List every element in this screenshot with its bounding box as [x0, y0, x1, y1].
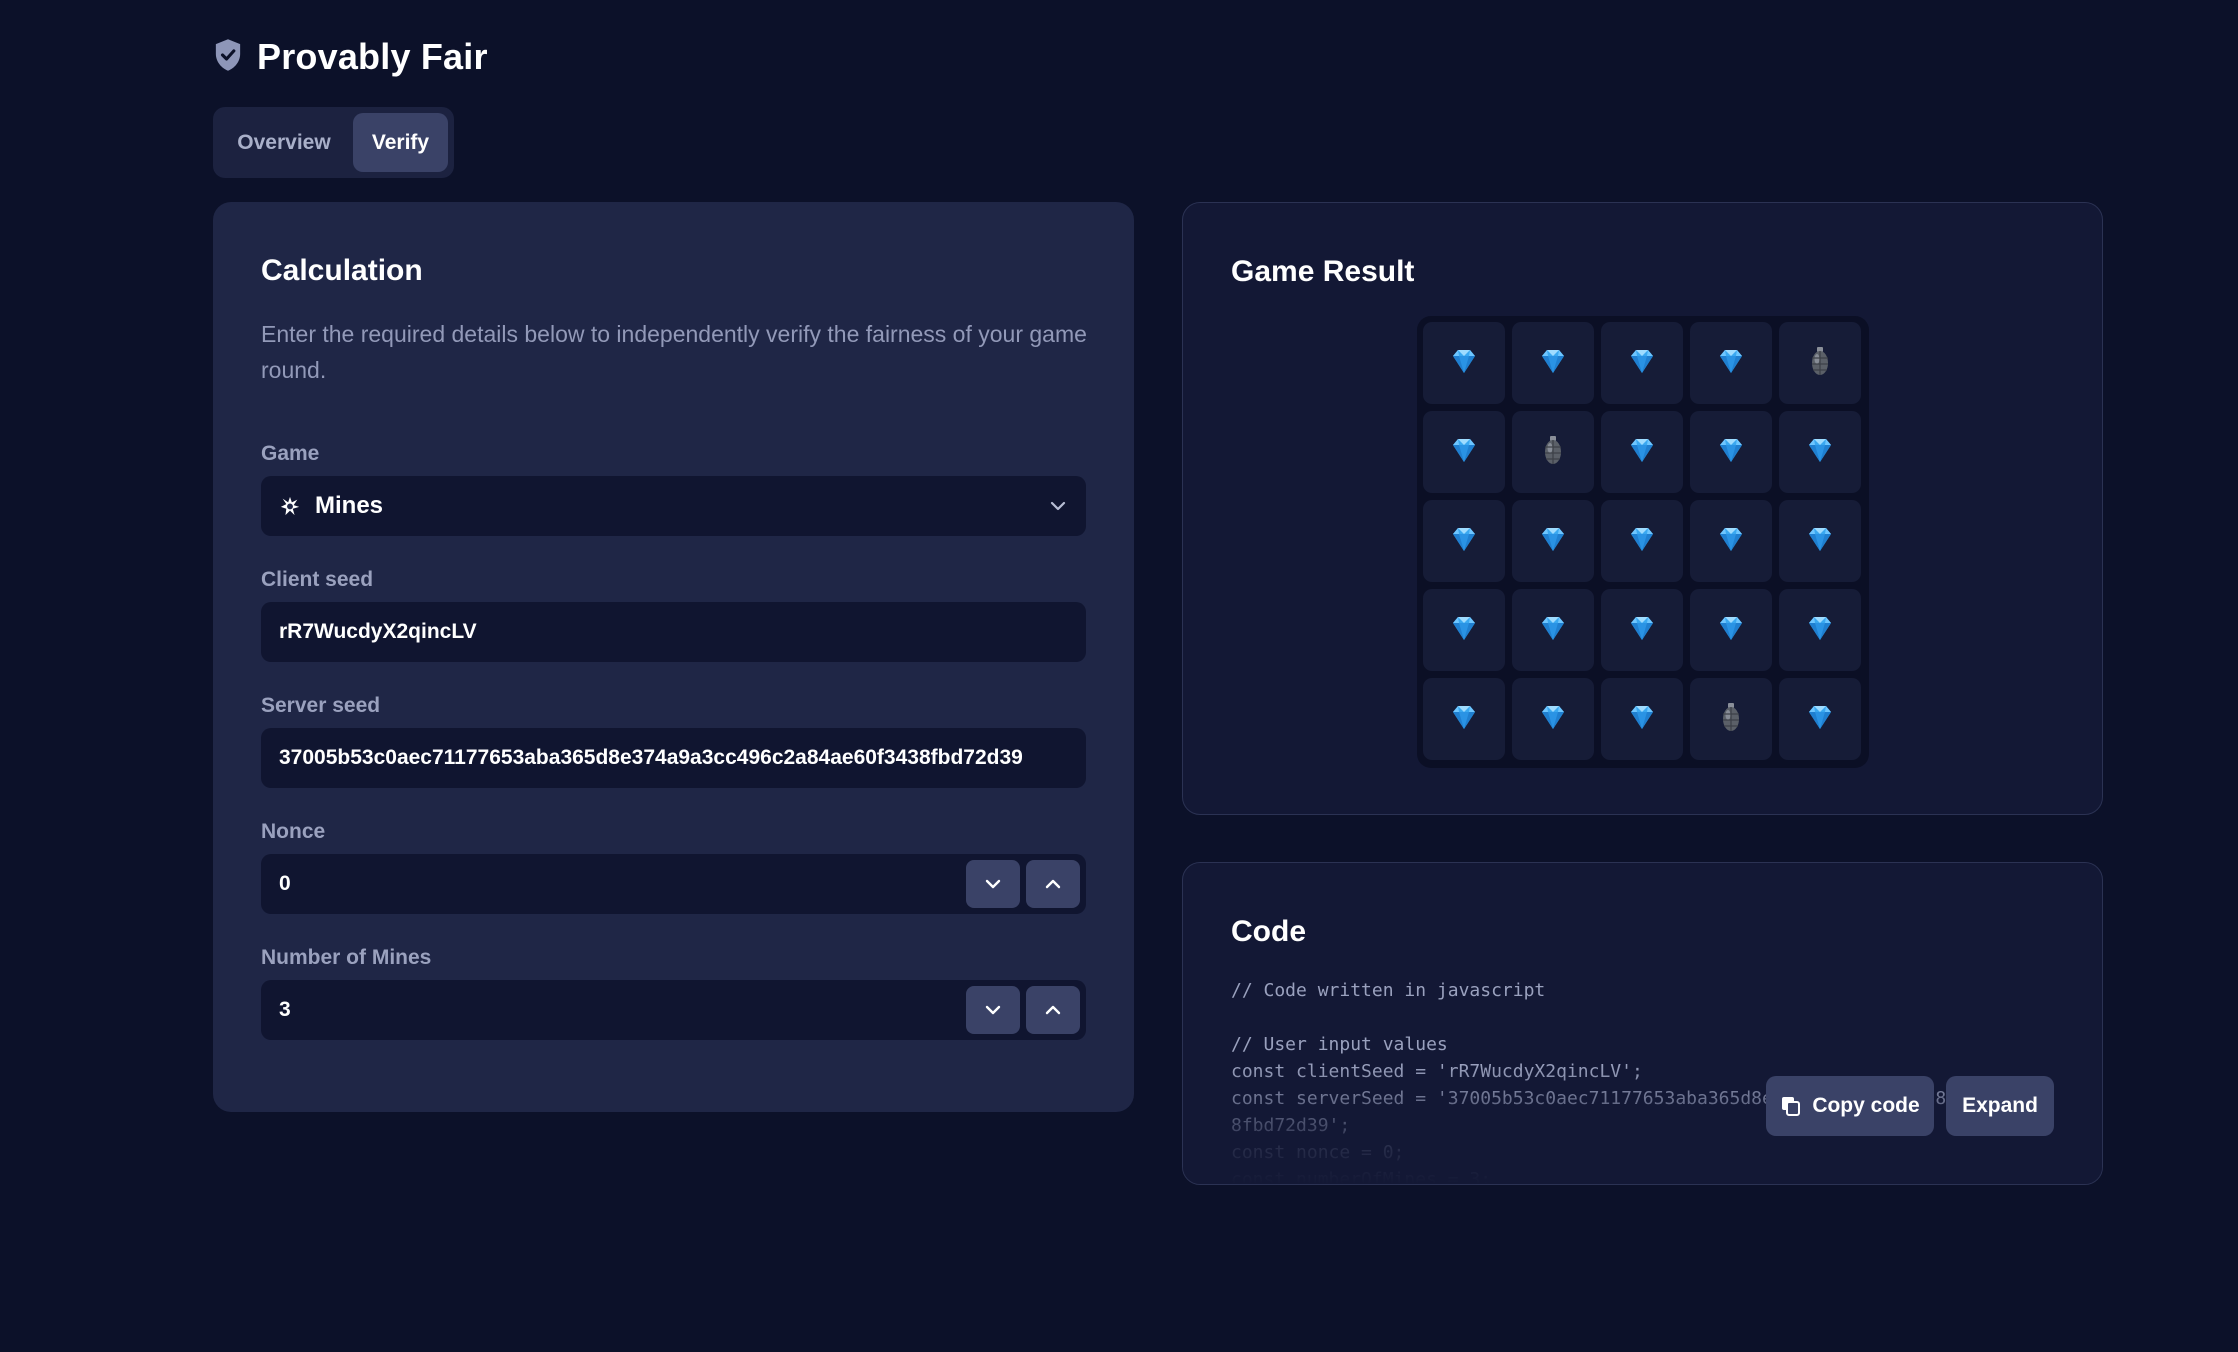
server-seed-input[interactable]: 37005b53c0aec71177653aba365d8e374a9a3cc4…	[261, 728, 1086, 788]
gem-icon	[1625, 433, 1659, 472]
grid-cell-gem[interactable]	[1423, 500, 1505, 582]
mines-count-label: Number of Mines	[261, 946, 432, 969]
page-title: Provably Fair	[257, 36, 488, 77]
mines-grid	[1417, 316, 1869, 768]
client-seed-input[interactable]: rR7WucdyX2qincLV	[261, 602, 1086, 662]
server-seed-value: 37005b53c0aec71177653aba365d8e374a9a3cc4…	[279, 746, 1023, 769]
gem-icon	[1803, 700, 1837, 739]
grid-cell-gem[interactable]	[1779, 678, 1861, 760]
grid-cell-gem[interactable]	[1512, 678, 1594, 760]
gem-icon	[1803, 611, 1837, 650]
copy-code-button[interactable]: Copy code	[1766, 1076, 1934, 1136]
game-label: Game	[261, 442, 320, 465]
shield-check-icon	[213, 38, 243, 77]
gem-icon	[1625, 344, 1659, 383]
code-line: // User input values	[1231, 1034, 1448, 1055]
grid-cell-gem[interactable]	[1601, 411, 1683, 493]
chevron-up-icon	[1045, 879, 1061, 889]
code-line: const nonce = 0;	[1231, 1142, 1405, 1163]
gem-icon	[1625, 611, 1659, 650]
mines-decrement-button[interactable]	[966, 986, 1020, 1034]
grid-cell-mine[interactable]	[1512, 411, 1594, 493]
nonce-increment-button[interactable]	[1026, 860, 1080, 908]
copy-code-label: Copy code	[1812, 1094, 1920, 1117]
nonce-label: Nonce	[261, 820, 326, 843]
expand-label: Expand	[1962, 1094, 2038, 1117]
page-header: Provably Fair	[213, 36, 488, 78]
mines-icon	[279, 495, 301, 517]
gem-icon	[1803, 433, 1837, 472]
nonce-value: 0	[279, 872, 291, 895]
gem-icon	[1803, 522, 1837, 561]
gem-icon	[1625, 522, 1659, 561]
gem-icon	[1625, 700, 1659, 739]
nonce-decrement-button[interactable]	[966, 860, 1020, 908]
grid-cell-gem[interactable]	[1423, 678, 1505, 760]
calculation-panel: Calculation Enter the required details b…	[213, 202, 1134, 1112]
grid-cell-gem[interactable]	[1512, 322, 1594, 404]
calculation-title: Calculation	[261, 254, 423, 287]
chevron-down-icon	[985, 1005, 1001, 1015]
game-result-panel: Game Result	[1182, 202, 2103, 815]
mine-icon	[1803, 344, 1837, 383]
chevron-up-icon	[1045, 1005, 1061, 1015]
gem-icon	[1714, 344, 1748, 383]
mines-count-value: 3	[279, 998, 291, 1021]
game-value: Mines	[315, 492, 384, 519]
gem-icon	[1447, 611, 1481, 650]
client-seed-label: Client seed	[261, 568, 374, 591]
calculation-description: Enter the required details below to inde…	[261, 321, 1087, 383]
grid-cell-gem[interactable]	[1779, 500, 1861, 582]
grid-cell-gem[interactable]	[1690, 322, 1772, 404]
grid-cell-gem[interactable]	[1690, 589, 1772, 671]
code-panel: Code // Code written in javascript // Us…	[1182, 862, 2103, 1185]
tab-overview[interactable]: Overview	[219, 113, 349, 172]
grid-cell-gem[interactable]	[1779, 411, 1861, 493]
gem-icon	[1447, 700, 1481, 739]
game-select[interactable]: Mines	[261, 476, 1086, 536]
tab-bar: Overview Verify	[213, 107, 454, 178]
gem-icon	[1447, 344, 1481, 383]
gem-icon	[1536, 611, 1570, 650]
code-title: Code	[1231, 915, 1306, 948]
mine-icon	[1714, 700, 1748, 739]
mine-icon	[1536, 433, 1570, 472]
copy-icon	[1782, 1097, 1801, 1116]
gem-icon	[1714, 433, 1748, 472]
expand-button[interactable]: Expand	[1946, 1076, 2054, 1136]
chevron-down-icon	[1050, 501, 1066, 511]
gem-icon	[1536, 344, 1570, 383]
grid-cell-gem[interactable]	[1601, 589, 1683, 671]
chevron-down-icon	[985, 879, 1001, 889]
grid-cell-mine[interactable]	[1779, 322, 1861, 404]
mines-increment-button[interactable]	[1026, 986, 1080, 1034]
gem-icon	[1447, 522, 1481, 561]
tab-verify[interactable]: Verify	[353, 113, 448, 172]
gem-icon	[1714, 611, 1748, 650]
grid-cell-gem[interactable]	[1690, 411, 1772, 493]
grid-cell-gem[interactable]	[1423, 411, 1505, 493]
server-seed-label: Server seed	[261, 694, 381, 717]
grid-cell-gem[interactable]	[1690, 500, 1772, 582]
gem-icon	[1714, 522, 1748, 561]
grid-cell-mine[interactable]	[1690, 678, 1772, 760]
nonce-input[interactable]: 0	[261, 854, 1086, 914]
grid-cell-gem[interactable]	[1779, 589, 1861, 671]
gem-icon	[1536, 522, 1570, 561]
grid-cell-gem[interactable]	[1512, 589, 1594, 671]
game-result-title: Game Result	[1231, 255, 1415, 288]
gem-icon	[1536, 700, 1570, 739]
mines-count-input[interactable]: 3	[261, 980, 1086, 1040]
gem-icon	[1447, 433, 1481, 472]
grid-cell-gem[interactable]	[1601, 678, 1683, 760]
client-seed-value: rR7WucdyX2qincLV	[279, 620, 477, 643]
grid-cell-gem[interactable]	[1601, 500, 1683, 582]
code-line: const numberOfMines = 3;	[1231, 1169, 1492, 1185]
grid-cell-gem[interactable]	[1512, 500, 1594, 582]
grid-cell-gem[interactable]	[1423, 322, 1505, 404]
grid-cell-gem[interactable]	[1423, 589, 1505, 671]
grid-cell-gem[interactable]	[1601, 322, 1683, 404]
code-line: // Code written in javascript	[1231, 980, 1546, 1001]
